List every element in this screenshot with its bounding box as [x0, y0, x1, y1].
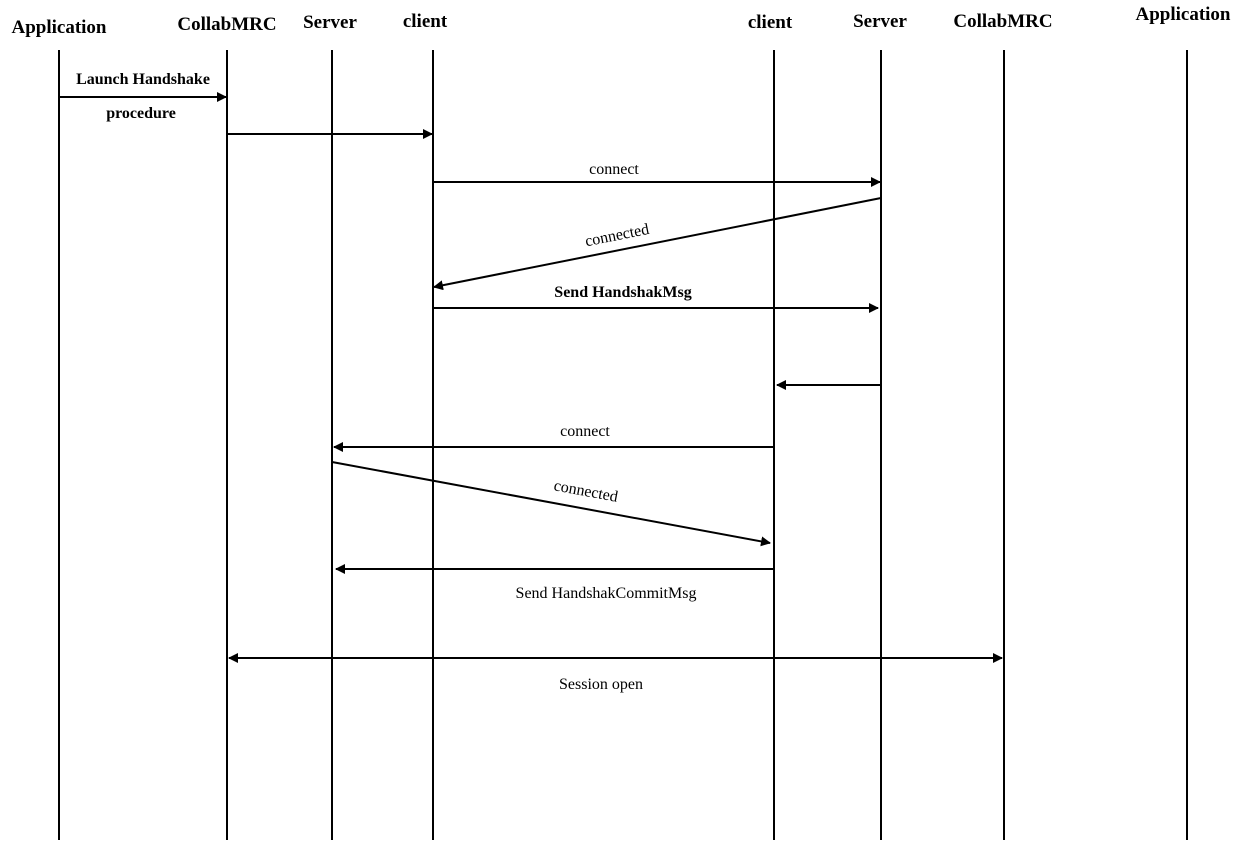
actor-label-collabmrc-left: CollabMRC: [177, 14, 276, 35]
actor-label-collabmrc-right: CollabMRC: [953, 11, 1052, 32]
message-label-connect-2: connect: [560, 423, 610, 440]
actor-label-application-left: Application: [11, 17, 106, 38]
actor-label-application-right: Application: [1135, 4, 1230, 25]
actor-label-client-left: client: [403, 11, 448, 32]
actor-label-client-right: client: [748, 12, 793, 33]
message-arrow-connected-1: [433, 197, 882, 291]
sequence-diagram: Application CollabMRC Server client clie…: [11, 4, 1231, 840]
message-label-session-open: Session open: [559, 676, 643, 693]
message-label-launch-handshake: Launch Handshake: [76, 71, 210, 88]
actor-label-server-right: Server: [853, 11, 907, 32]
message-label-connected-2: connected: [552, 477, 619, 506]
message-label-connect-1: connect: [589, 161, 639, 178]
message-label-send-handshakmsg: Send HandshakMsg: [554, 284, 691, 301]
actor-label-server-left: Server: [303, 12, 357, 33]
message-label-send-handshakcommitmsg: Send HandshakCommitMsg: [516, 585, 697, 602]
message-arrow-connected-2: [331, 461, 771, 547]
message-label-procedure: procedure: [106, 105, 176, 122]
